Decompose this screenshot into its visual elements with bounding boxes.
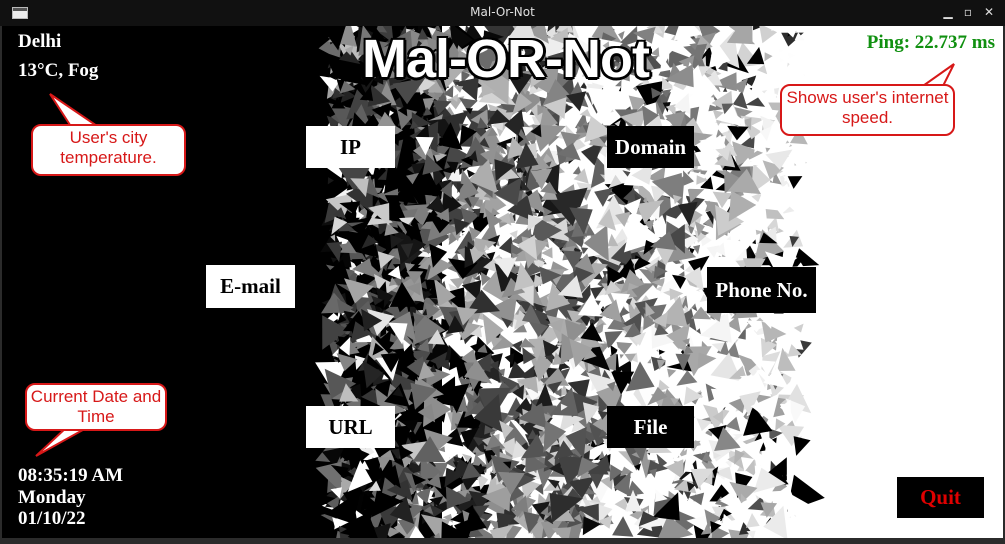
ping-callout: Shows user's internet speed. <box>780 84 955 136</box>
close-icon[interactable]: ✕ <box>981 4 997 20</box>
datetime-callout: Current Date and Time <box>25 383 167 431</box>
main-canvas: Delhi 13°C, Fog Mal-OR-Not Ping: 22.737 … <box>2 26 1003 538</box>
maximize-icon[interactable]: ▫ <box>960 4 976 20</box>
title-bar[interactable]: Mal-Or-Not ▁ ▫ ✕ <box>0 0 1005 26</box>
minimize-icon[interactable]: ▁ <box>940 4 956 20</box>
window-title: Mal-Or-Not <box>470 5 535 19</box>
weather-callout: User's city temperature. <box>31 124 186 176</box>
app-window: Mal-Or-Not ▁ ▫ ✕ Delhi 13°C, Fog Mal-OR-… <box>0 0 1005 544</box>
